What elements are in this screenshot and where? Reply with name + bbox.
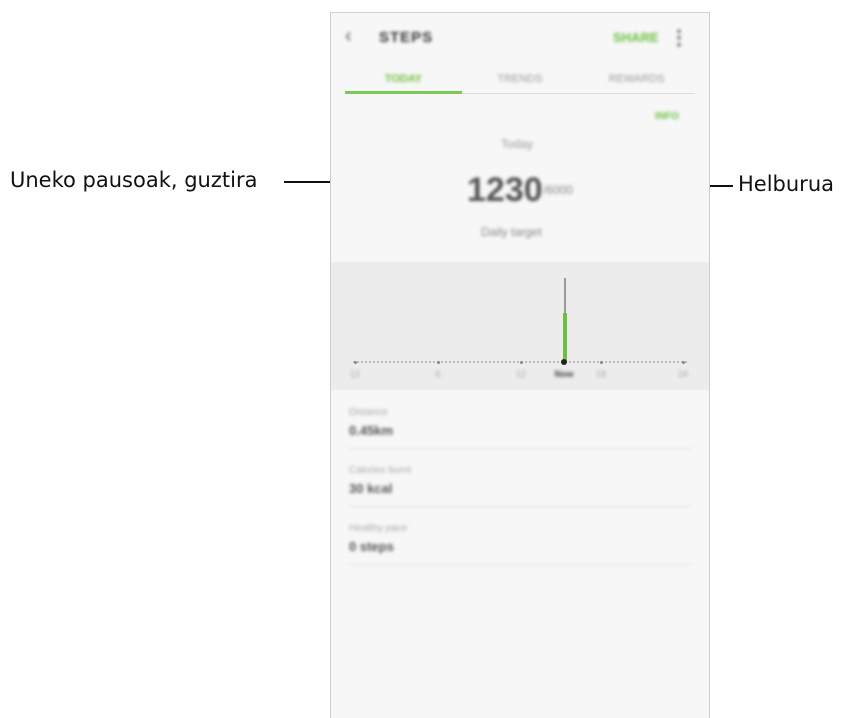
stat-value: 0.45km xyxy=(349,423,394,438)
chart-tick-label: 18 xyxy=(596,369,607,379)
chart-tick-label: 12 xyxy=(516,369,527,379)
chart-point xyxy=(353,360,357,364)
app-bar: ‹ STEPS SHARE ⋮ xyxy=(331,13,709,63)
tab-trends[interactable]: TRENDS xyxy=(462,69,579,95)
chart-tick-label: 12 xyxy=(350,369,361,379)
back-arrow-icon[interactable]: ‹ xyxy=(345,25,352,48)
stat-row-healthy-pace: Healthy pace 0 steps xyxy=(349,507,691,565)
more-vert-icon[interactable]: ⋮ xyxy=(669,25,689,50)
steps-bar xyxy=(563,313,567,363)
chart-point xyxy=(561,359,567,365)
chart-tick-label: 24 xyxy=(678,369,689,379)
stat-row-distance: Distance 0.45km xyxy=(349,391,691,449)
chart-point xyxy=(681,360,685,364)
goal-callout: Helburua xyxy=(738,172,834,196)
stat-label: Distance xyxy=(349,407,388,418)
chart-point xyxy=(519,360,523,364)
current-steps-count: 1230 xyxy=(467,171,543,209)
stat-label: Calories burnt xyxy=(349,465,412,476)
phone-screen: ‹ STEPS SHARE ⋮ TODAY TRENDS REWARDS INF… xyxy=(330,12,710,718)
stat-value: 0 steps xyxy=(349,539,394,554)
target-text[interactable]: Daily target xyxy=(481,225,542,239)
goal-value: /6000 xyxy=(543,183,574,197)
tab-indicator xyxy=(345,91,462,94)
chart-tick-label: Now xyxy=(554,369,574,379)
chart-tick-label: 6 xyxy=(435,369,441,379)
today-label: Today xyxy=(501,137,534,151)
chart-point xyxy=(436,360,440,364)
stat-row-calories: Calories burnt 30 kcal xyxy=(349,449,691,507)
share-button[interactable]: SHARE xyxy=(613,30,659,45)
info-link[interactable]: INFO xyxy=(655,111,679,122)
stats-list: Distance 0.45km Calories burnt 30 kcal H… xyxy=(331,391,709,565)
stat-label: Healthy pace xyxy=(349,523,408,534)
tab-rewards[interactable]: REWARDS xyxy=(578,69,695,95)
stat-value: 30 kcal xyxy=(349,481,393,496)
app-title: STEPS xyxy=(379,29,434,46)
current-steps-callout: Uneko pausoak, guztira xyxy=(10,168,258,192)
chart-point xyxy=(599,360,603,364)
